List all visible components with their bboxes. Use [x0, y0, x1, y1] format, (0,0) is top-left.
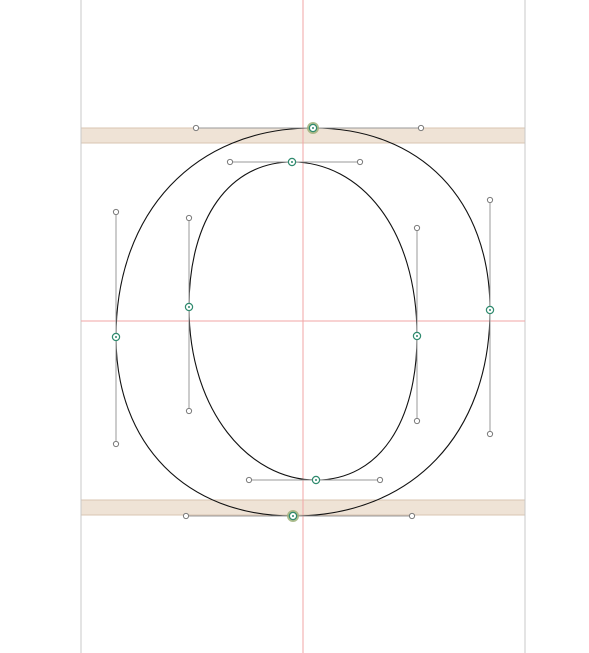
off-curve-handle[interactable] [408, 512, 416, 520]
off-curve-handle[interactable] [486, 430, 494, 438]
on-curve-point-center [489, 309, 491, 311]
on-curve-point-center [312, 127, 314, 129]
off-curve-handle[interactable] [417, 124, 425, 132]
off-curve-handle[interactable] [376, 476, 384, 484]
off-curve-handle[interactable] [226, 158, 234, 166]
off-curve-handle[interactable] [245, 476, 253, 484]
off-curve-handle[interactable] [413, 224, 421, 232]
off-curve-handle[interactable] [185, 214, 193, 222]
off-curve-handle[interactable] [413, 417, 421, 425]
off-curve-handle[interactable] [486, 196, 494, 204]
off-curve-handle[interactable] [192, 124, 200, 132]
off-curve-handle[interactable] [185, 407, 193, 415]
off-curve-handle[interactable] [112, 440, 120, 448]
on-curve-point-center [315, 479, 317, 481]
on-curve-point-center [188, 306, 190, 308]
off-curve-handle[interactable] [112, 208, 120, 216]
on-curve-point-center [291, 161, 293, 163]
off-curve-handle[interactable] [356, 158, 364, 166]
glyph-canvas-svg[interactable] [0, 0, 589, 653]
on-curve-point-center [292, 515, 294, 517]
off-curve-handle[interactable] [182, 512, 190, 520]
glyph-edit-canvas[interactable] [0, 0, 589, 653]
on-curve-point-center [416, 335, 418, 337]
on-curve-point-center [115, 336, 117, 338]
